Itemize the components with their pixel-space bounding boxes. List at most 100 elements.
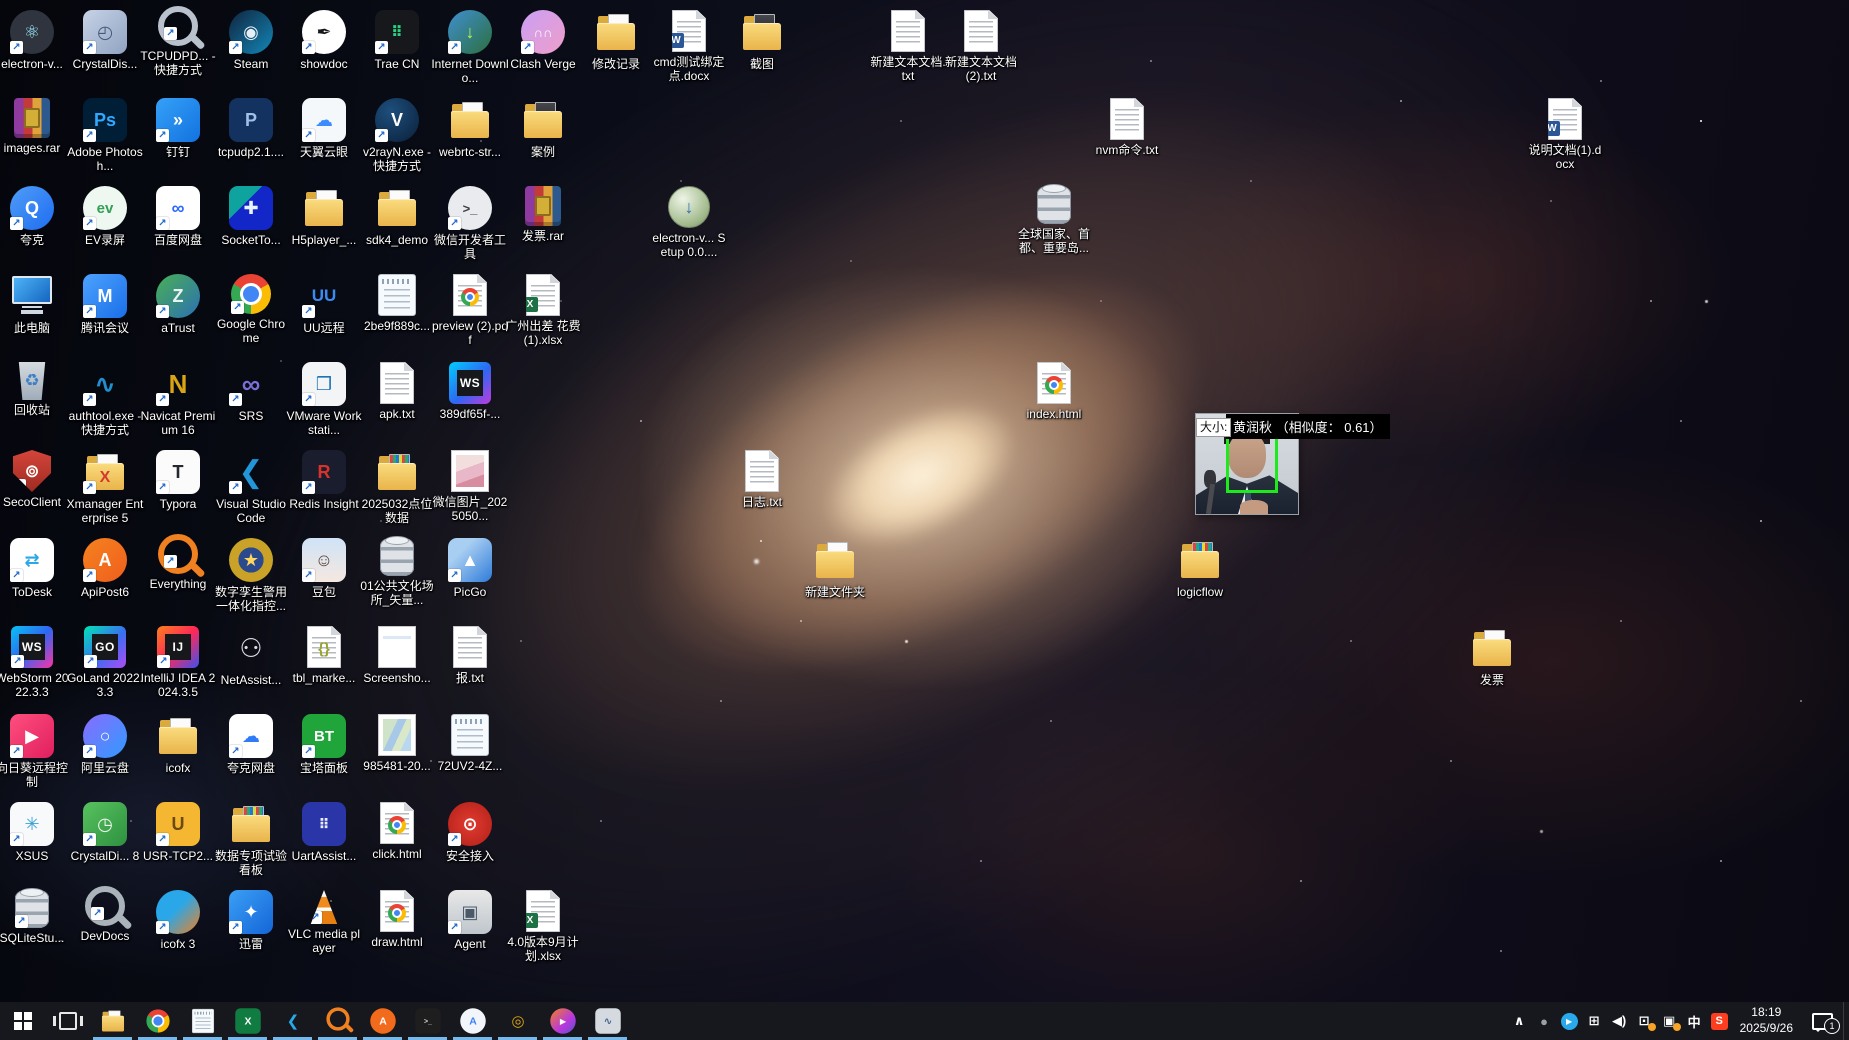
desktop-icon-srs[interactable]: ↗SRS xyxy=(211,362,291,423)
desktop-icon-new-txt-2[interactable]: 新建文本文档(2).txt xyxy=(941,10,1021,84)
desktop-icon-db-public-culture[interactable]: 01公共文化场所_矢量... xyxy=(357,538,437,608)
desktop-icon-navicat[interactable]: ↗Navicat Premium 16 xyxy=(138,362,218,438)
desktop-icon-agent[interactable]: ↗Agent xyxy=(430,890,510,951)
desktop-icon-folder-jietu[interactable]: 截图 xyxy=(722,10,802,71)
desktop-icon-apipost6[interactable]: ↗ApiPost6 xyxy=(65,538,145,599)
desktop-icon-aliyun-drive[interactable]: ↗阿里云盘 xyxy=(65,714,145,775)
desktop-icon-redis-insight[interactable]: ↗Redis Insight xyxy=(284,450,364,511)
desktop-icon-folder-fapiao[interactable]: 发票 xyxy=(1452,626,1532,687)
desktop-icon-sockettool[interactable]: SocketTo... xyxy=(211,186,291,247)
desktop-icon-webstorm[interactable]: ↗WebStorm 2022.3.3 xyxy=(0,626,72,700)
tray-windows-app[interactable]: ⊞ xyxy=(1582,1002,1607,1040)
taskbar-notepad[interactable] xyxy=(180,1002,225,1040)
taskbar-everything-search[interactable] xyxy=(315,1002,360,1040)
desktop-icon-map-985481[interactable]: 985481-20... xyxy=(357,714,437,773)
desktop-surface[interactable]: ↗electron-v...↗CrystalDis...↗TCPUDPD... … xyxy=(0,0,1849,1002)
desktop-icon-devdocs[interactable]: ↗DevDocs xyxy=(65,890,145,943)
desktop-icon-photoshop[interactable]: ↗Adobe Photosh... xyxy=(65,98,145,174)
desktop-icon-everything[interactable]: ↗Everything xyxy=(138,538,218,591)
desktop-icon-typora[interactable]: ↗Typora xyxy=(138,450,218,511)
desktop-icon-ev-recorder[interactable]: ↗EV录屏 xyxy=(65,186,145,247)
desktop-icon-draw-html[interactable]: draw.html xyxy=(357,890,437,949)
desktop-icon-authtool[interactable]: ↗authtool.exe - 快捷方式 xyxy=(65,362,145,438)
desktop-icon-netassist[interactable]: NetAssist... xyxy=(211,626,291,687)
desktop-icon-showdoc[interactable]: ↗showdoc xyxy=(284,10,364,71)
desktop-icon-folder-icofx[interactable]: icofx xyxy=(138,714,218,775)
desktop-icon-intellij-idea[interactable]: ↗IntelliJ IDEA 2024.3.5 xyxy=(138,626,218,700)
desktop-icon-tcpudp-tool[interactable]: tcpudp2.1.... xyxy=(211,98,291,159)
desktop-icon-folder-webrtc[interactable]: webrtc-str... xyxy=(430,98,510,159)
taskbar-file-explorer[interactable] xyxy=(90,1002,135,1040)
desktop-icon-icofx3[interactable]: ↗icofx 3 xyxy=(138,890,218,951)
show-desktop-button[interactable] xyxy=(1843,1002,1849,1040)
desktop-icon-xsus[interactable]: ↗XSUS xyxy=(0,802,72,863)
tray-ime[interactable]: 中 xyxy=(1682,1002,1707,1040)
desktop-icon-click-html[interactable]: click.html xyxy=(357,802,437,861)
desktop-icon-folder-new[interactable]: 新建文件夹 xyxy=(795,538,875,599)
desktop-icon-electron-vue[interactable]: ↗electron-v... xyxy=(0,10,72,71)
desktop-icon-google-chrome[interactable]: ↗Google Chrome xyxy=(211,274,291,346)
tray-network[interactable]: ⊡ xyxy=(1632,1002,1657,1040)
desktop-icon-fapiao-rar[interactable]: 发票.rar xyxy=(503,186,583,243)
desktop-icon-tbl-marke[interactable]: {}tbl_marke... xyxy=(284,626,364,685)
desktop-icon-ws-389df65f[interactable]: 389df65f-... xyxy=(430,362,510,421)
desktop-icon-db-global-countries[interactable]: 全球国家、首都、重要岛... xyxy=(1014,186,1094,256)
taskbar-apipost[interactable] xyxy=(360,1002,405,1040)
desktop-icon-vscode[interactable]: ↗Visual Studio Code xyxy=(211,450,291,526)
desktop-icon-folder-logicflow[interactable]: logicflow xyxy=(1160,538,1240,599)
taskbar-excel[interactable] xyxy=(225,1002,270,1040)
desktop-icon-weixin-image[interactable]: 微信图片_2025050... xyxy=(430,450,510,524)
desktop-icon-folder-2025032[interactable]: 2025032点位数据 xyxy=(357,450,437,526)
desktop-icon-quark-netdisk[interactable]: ↗夸克网盘 xyxy=(211,714,291,775)
desktop-icon-screenshot-file[interactable]: Screensho... xyxy=(357,626,437,685)
desktop-icon-tcpudp-debug[interactable]: ↗TCPUDPD... - 快捷方式 xyxy=(138,10,218,78)
desktop-icon-crystaldiskmark[interactable]: ↗CrystalDi... 8 xyxy=(65,802,145,863)
desktop-icon-note-2be9[interactable]: 2be9f889c... xyxy=(357,274,437,333)
desktop-icon-rizhi-txt[interactable]: 日志.txt xyxy=(722,450,802,509)
desktop-icon-atrust[interactable]: ↗aTrust xyxy=(138,274,218,335)
desktop-icon-recycle-bin[interactable]: 回收站 xyxy=(0,362,72,417)
desktop-icon-folder-sdk4-demo[interactable]: sdk4_demo xyxy=(357,186,437,247)
desktop-icon-guangzhou-xlsx[interactable]: X广州出差 花费(1).xlsx xyxy=(503,274,583,348)
desktop-icon-sqlitestudio[interactable]: ↗SQLiteStu... xyxy=(0,890,72,945)
desktop-icon-bt-panel[interactable]: ↗宝塔面板 xyxy=(284,714,364,775)
desktop-icon-images-rar[interactable]: images.rar xyxy=(0,98,72,155)
desktop-icon-police-twin[interactable]: 数字孪生警用一体化指控... xyxy=(211,538,291,614)
desktop-icon-shuoming-docx[interactable]: W说明文档(1).docx xyxy=(1525,98,1605,172)
face-recognition-image[interactable]: 黄润秋 （相似度： 0.61） 大小: xyxy=(1196,414,1298,514)
desktop-icon-note-72uv2[interactable]: 72UV2-4Z... xyxy=(430,714,510,773)
tray-volume[interactable]: ◀) xyxy=(1607,1002,1632,1040)
desktop-icon-quark[interactable]: ↗夸克 xyxy=(0,186,72,247)
desktop-icon-index-html[interactable]: index.html xyxy=(1014,362,1094,421)
desktop-icon-todesk[interactable]: ↗ToDesk xyxy=(0,538,72,599)
desktop-icon-picgo[interactable]: ↗PicGo xyxy=(430,538,510,599)
desktop-icon-security-access[interactable]: ↗安全接入 xyxy=(430,802,510,863)
desktop-icon-plan-xlsx[interactable]: X4.0版本9月计划.xlsx xyxy=(503,890,583,964)
taskbar-cmd[interactable] xyxy=(405,1002,450,1040)
desktop-icon-cmd-test-docx[interactable]: Wcmd测试绑定点.docx xyxy=(649,10,729,84)
desktop-icon-doubao[interactable]: ↗豆包 xyxy=(284,538,364,599)
desktop-icon-idm[interactable]: ↗Internet Downlo... xyxy=(430,10,510,86)
desktop-icon-goland[interactable]: ↗GoLand 2022.3.3 xyxy=(65,626,145,700)
desktop-icon-uartassist[interactable]: UartAssist... xyxy=(284,802,364,863)
desktop-icon-vmware[interactable]: ↗VMware Workstati... xyxy=(284,362,364,438)
desktop-icon-secoclient[interactable]: ↗SecoClient xyxy=(0,450,72,509)
desktop-icon-sunlogin[interactable]: ↗向日葵远程控制 xyxy=(0,714,72,790)
desktop-icon-bao-txt[interactable]: 报.txt xyxy=(430,626,510,685)
tray-capture[interactable]: ▣ xyxy=(1657,1002,1682,1040)
desktop-icon-trae-cn[interactable]: ↗Trae CN xyxy=(357,10,437,71)
taskbar-chrome[interactable] xyxy=(135,1002,180,1040)
desktop-icon-vlc[interactable]: ↗VLC media player xyxy=(284,890,364,956)
desktop-icon-new-txt-1[interactable]: 新建文本文档.txt xyxy=(868,10,948,84)
desktop-icon-apk-txt[interactable]: apk.txt xyxy=(357,362,437,421)
desktop-icon-uu-remote[interactable]: ↗UU远程 xyxy=(284,274,364,335)
taskbar-vscode[interactable] xyxy=(270,1002,315,1040)
desktop-icon-dingtalk[interactable]: ↗钉钉 xyxy=(138,98,218,159)
tray-telegram[interactable]: ▶ xyxy=(1557,1002,1582,1040)
desktop-icon-tencent-meeting[interactable]: ↗腾讯会议 xyxy=(65,274,145,335)
desktop-icon-v2rayn[interactable]: ↗v2rayN.exe - 快捷方式 xyxy=(357,98,437,174)
taskbar-media-player[interactable] xyxy=(540,1002,585,1040)
desktop-icon-usr-tcp[interactable]: ↗USR-TCP2... xyxy=(138,802,218,863)
task-view-button[interactable] xyxy=(45,1002,90,1040)
taskbar-clock[interactable]: 18:19 2025/9/26 xyxy=(1732,1005,1801,1036)
